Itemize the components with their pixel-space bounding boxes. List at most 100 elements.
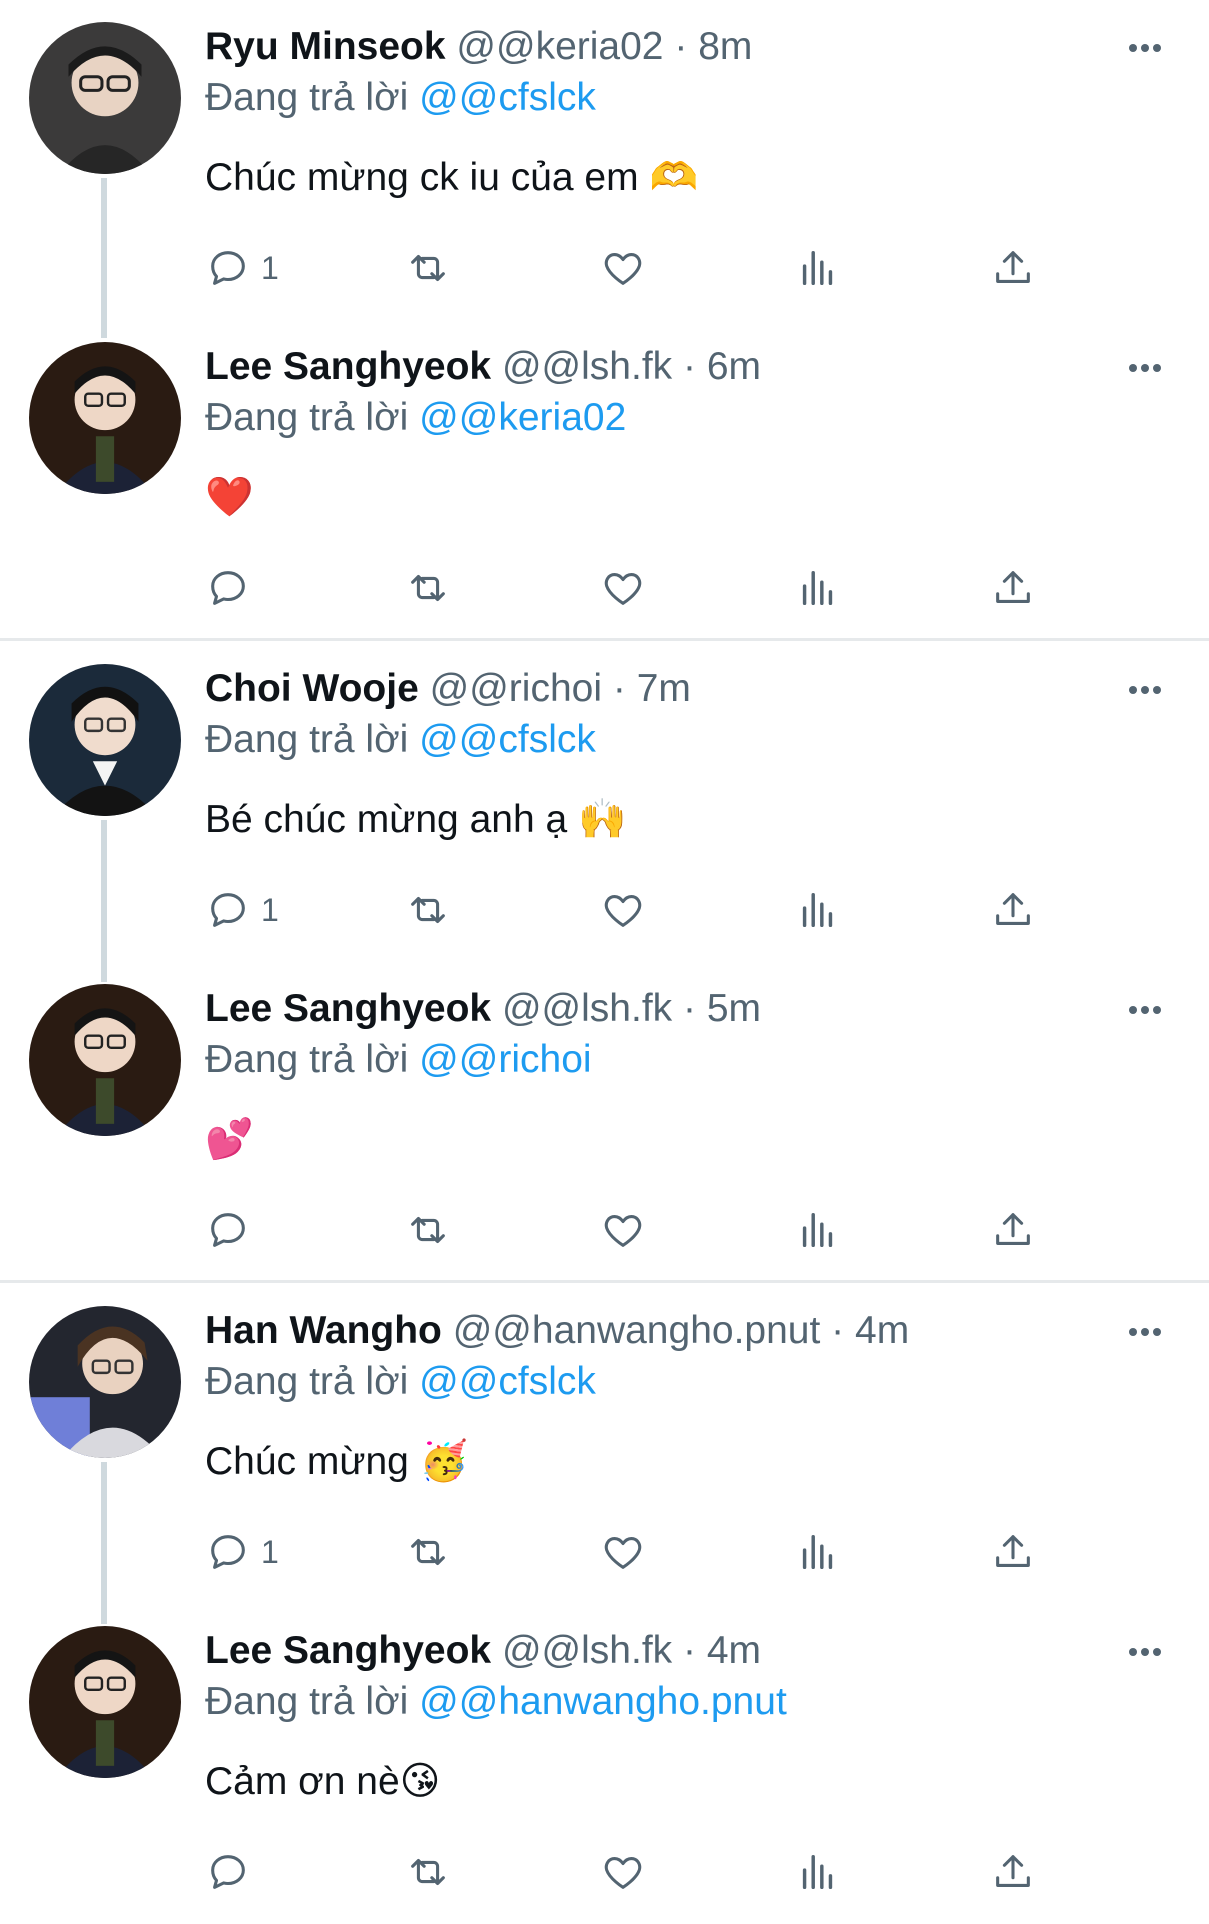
- display-name[interactable]: Lee Sanghyeok: [205, 345, 491, 388]
- reply-count: 1: [261, 249, 279, 286]
- user-handle[interactable]: @@lsh.fk: [502, 987, 672, 1030]
- more-options-button[interactable]: [1125, 990, 1165, 1030]
- timestamp[interactable]: 8m: [698, 25, 752, 68]
- timestamp[interactable]: 4m: [855, 1309, 909, 1352]
- views-icon: [802, 1534, 833, 1570]
- avatar[interactable]: [29, 342, 181, 494]
- more-options-button[interactable]: [1125, 28, 1165, 68]
- tweet-text: 💕: [205, 1112, 254, 1168]
- timestamp[interactable]: 6m: [707, 345, 761, 388]
- share-button[interactable]: [990, 560, 1036, 616]
- avatar[interactable]: [29, 22, 181, 174]
- reply-icon: [211, 1535, 245, 1569]
- avatar[interactable]: [29, 664, 181, 816]
- views-button[interactable]: [795, 240, 841, 296]
- replying-mention[interactable]: @@keria02: [419, 396, 626, 439]
- retweet-icon: [411, 1858, 445, 1886]
- like-button[interactable]: [600, 1844, 646, 1900]
- tweet-text: Chúc mừng 🥳: [205, 1434, 468, 1490]
- reply-count: 1: [261, 891, 279, 928]
- tweet-text: Cảm ơn nè😘: [205, 1754, 440, 1810]
- replying-label: Đang trả lời: [205, 1038, 409, 1081]
- like-button[interactable]: [600, 882, 646, 938]
- timestamp[interactable]: 7m: [637, 667, 691, 710]
- retweet-button[interactable]: [405, 240, 451, 296]
- more-options-button[interactable]: [1125, 1632, 1165, 1672]
- reply-button[interactable]: [205, 1844, 261, 1900]
- user-handle[interactable]: @@hanwangho.pnut: [453, 1309, 821, 1352]
- user-handle[interactable]: @@lsh.fk: [502, 1629, 672, 1672]
- user-handle[interactable]: @@keria02: [456, 25, 663, 68]
- tweet-text: Bé chúc mừng anh ạ 🙌: [205, 792, 627, 848]
- tweet-header: Lee Sanghyeok @@lsh.fk · 6m: [205, 342, 761, 392]
- more-options-button[interactable]: [1125, 670, 1165, 710]
- user-handle[interactable]: @@lsh.fk: [502, 345, 672, 388]
- display-name[interactable]: Lee Sanghyeok: [205, 1629, 491, 1672]
- views-button[interactable]: [795, 1202, 841, 1258]
- share-icon: [996, 251, 1030, 283]
- views-button[interactable]: [795, 1844, 841, 1900]
- more-icon: [1129, 686, 1161, 694]
- replying-mention[interactable]: @@richoi: [419, 1038, 591, 1081]
- avatar[interactable]: [29, 1626, 181, 1778]
- replying-to: Đang trả lời @@cfslck: [205, 715, 596, 765]
- tweet[interactable]: Choi Wooje @@richoi · 7m Đang trả lời @@…: [0, 642, 1209, 962]
- user-handle[interactable]: @@richoi: [430, 667, 602, 710]
- views-button[interactable]: [795, 560, 841, 616]
- share-button[interactable]: [990, 1202, 1036, 1258]
- tweet-text: Chúc mừng ck iu của em 🫶: [205, 150, 698, 206]
- display-name[interactable]: Ryu Minseok: [205, 25, 446, 68]
- tweet[interactable]: Lee Sanghyeok @@lsh.fk · 6m Đang trả lời…: [0, 320, 1209, 640]
- tweet-header: Han Wangho @@hanwangho.pnut · 4m: [205, 1306, 909, 1356]
- reply-button[interactable]: 1: [205, 240, 279, 296]
- more-options-button[interactable]: [1125, 1312, 1165, 1352]
- avatar[interactable]: [29, 984, 181, 1136]
- avatar[interactable]: [29, 1306, 181, 1458]
- retweet-button[interactable]: [405, 882, 451, 938]
- tweet-emoji: ❤️: [205, 475, 254, 520]
- tweet[interactable]: Ryu Minseok @@keria02 · 8m Đang trả lời …: [0, 0, 1209, 320]
- replying-mention[interactable]: @@cfslck: [419, 76, 596, 119]
- replying-mention[interactable]: @@cfslck: [419, 1360, 596, 1403]
- tweet-body: Cảm ơn nè: [205, 1760, 400, 1803]
- display-name[interactable]: Han Wangho: [205, 1309, 442, 1352]
- more-icon: [1129, 44, 1161, 52]
- like-button[interactable]: [600, 1524, 646, 1580]
- retweet-button[interactable]: [405, 1844, 451, 1900]
- heart-icon: [604, 895, 642, 927]
- reply-button[interactable]: [205, 560, 261, 616]
- retweet-button[interactable]: [405, 1524, 451, 1580]
- tweet-actions: 1: [205, 882, 1075, 938]
- heart-icon: [604, 1215, 642, 1247]
- like-button[interactable]: [600, 1202, 646, 1258]
- tweet-actions: [205, 1844, 1075, 1900]
- share-button[interactable]: [990, 1844, 1036, 1900]
- display-name[interactable]: Lee Sanghyeok: [205, 987, 491, 1030]
- like-button[interactable]: [600, 560, 646, 616]
- reply-button[interactable]: 1: [205, 882, 279, 938]
- tweet-header: Lee Sanghyeok @@lsh.fk · 5m: [205, 984, 761, 1034]
- share-button[interactable]: [990, 1524, 1036, 1580]
- timestamp[interactable]: 4m: [707, 1629, 761, 1672]
- reply-button[interactable]: 1: [205, 1524, 279, 1580]
- more-options-button[interactable]: [1125, 348, 1165, 388]
- reply-icon: [211, 251, 245, 285]
- tweet[interactable]: Lee Sanghyeok @@lsh.fk · 5m Đang trả lời…: [0, 962, 1209, 1282]
- tweet[interactable]: Han Wangho @@hanwangho.pnut · 4m Đang tr…: [0, 1284, 1209, 1604]
- views-button[interactable]: [795, 1524, 841, 1580]
- timestamp[interactable]: 5m: [707, 987, 761, 1030]
- tweet[interactable]: Lee Sanghyeok @@lsh.fk · 4m Đang trả lời…: [0, 1604, 1209, 1924]
- retweet-button[interactable]: [405, 1202, 451, 1258]
- heart-icon: [604, 573, 642, 605]
- replying-mention[interactable]: @@hanwangho.pnut: [419, 1680, 787, 1723]
- share-button[interactable]: [990, 882, 1036, 938]
- like-button[interactable]: [600, 240, 646, 296]
- replying-mention[interactable]: @@cfslck: [419, 718, 596, 761]
- display-name[interactable]: Choi Wooje: [205, 667, 419, 710]
- replying-label: Đang trả lời: [205, 1680, 409, 1723]
- views-button[interactable]: [795, 882, 841, 938]
- share-button[interactable]: [990, 240, 1036, 296]
- retweet-button[interactable]: [405, 560, 451, 616]
- replying-to: Đang trả lời @@hanwangho.pnut: [205, 1677, 787, 1727]
- reply-button[interactable]: [205, 1202, 261, 1258]
